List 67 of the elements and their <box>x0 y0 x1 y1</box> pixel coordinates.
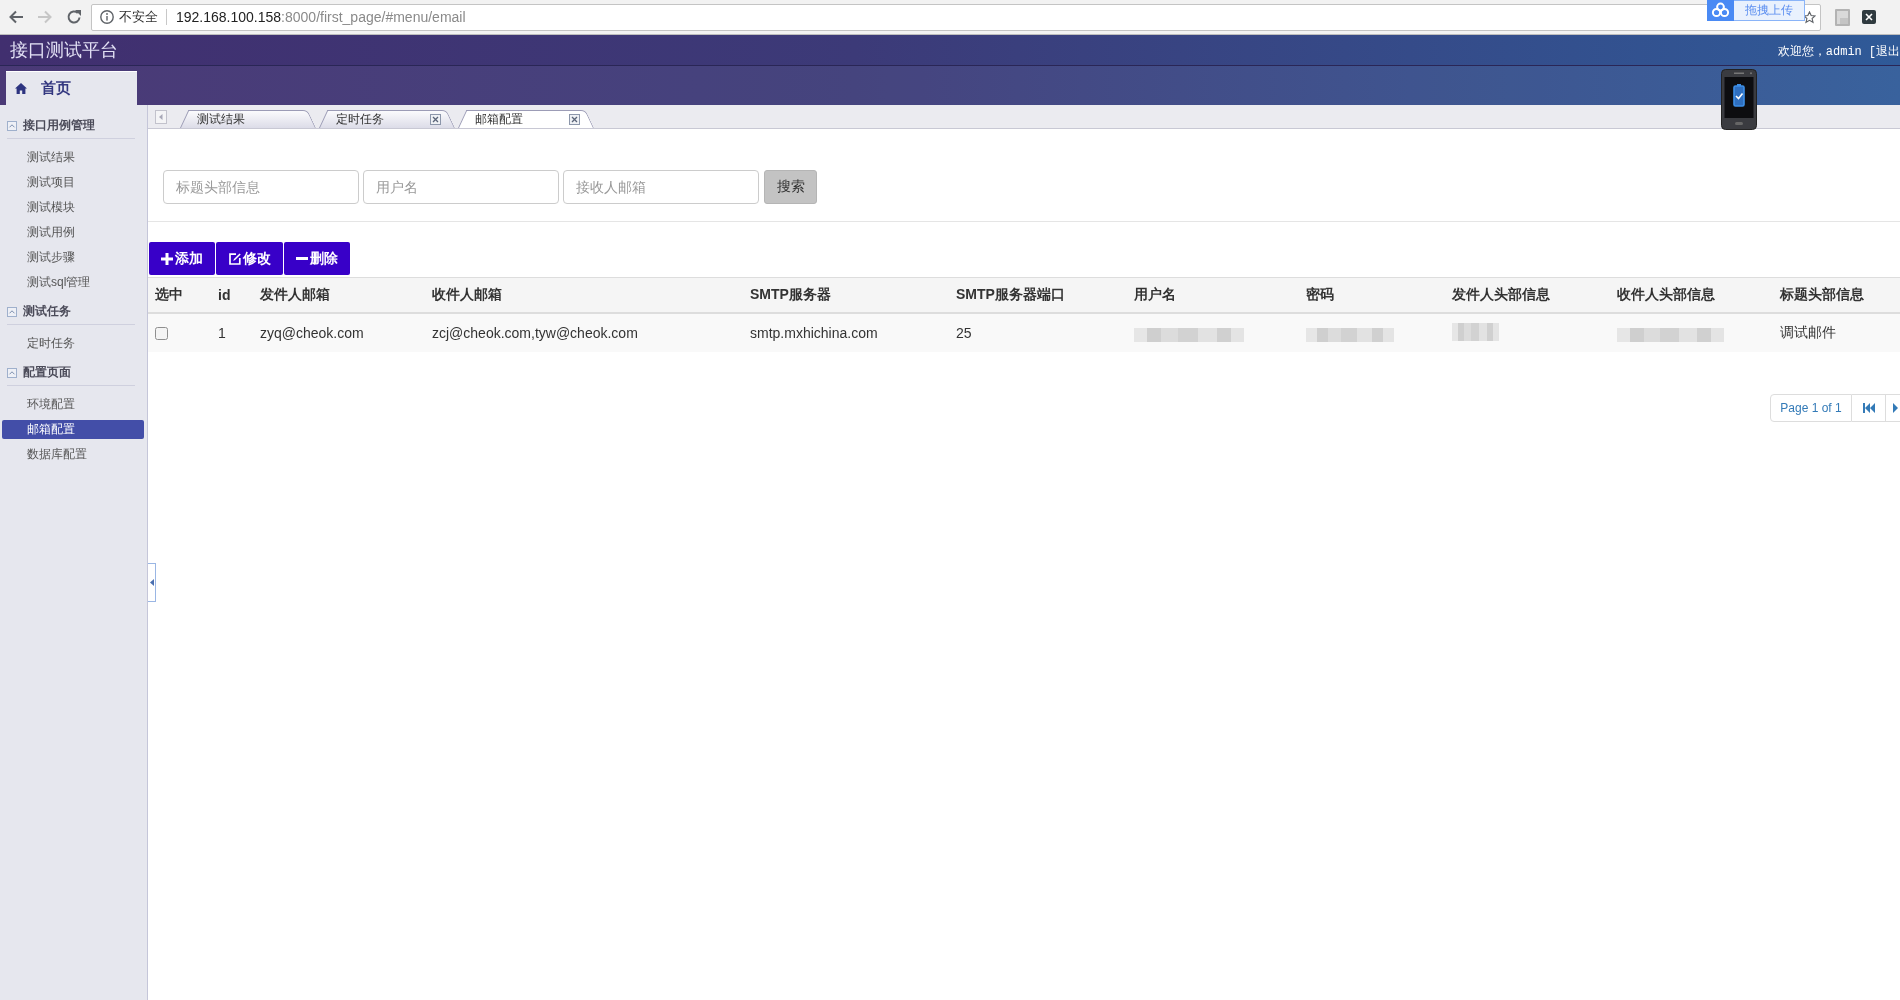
column-header: SMTP服务器 <box>749 286 832 304</box>
sidebar-item[interactable]: 测试用例 <box>2 223 144 242</box>
sidebar-group-header[interactable]: 测试任务 <box>7 299 135 325</box>
column-header: id <box>217 287 232 303</box>
search-field[interactable]: 标题头部信息 <box>163 170 359 204</box>
close-icon[interactable] <box>569 113 580 125</box>
collapse-handle[interactable] <box>148 563 156 602</box>
sidebar-item[interactable]: 数据库配置 <box>2 445 144 464</box>
sidebar-item[interactable]: 测试模块 <box>2 198 144 217</box>
sidebar-item[interactable]: 测试项目 <box>2 173 144 192</box>
column-header: 收件人头部信息 <box>1616 286 1716 304</box>
sidebar-item[interactable]: 邮箱配置 <box>2 420 144 439</box>
url-text: 192.168.100.158:8000/first_page/#menu/email <box>176 8 466 26</box>
cloud-icon <box>1707 0 1734 21</box>
sidebar-group-header[interactable]: 接口用例管理 <box>7 113 135 139</box>
back-icon[interactable] <box>8 9 24 25</box>
app-title: 接口测试平台 <box>10 39 118 61</box>
search-field[interactable]: 用户名 <box>363 170 559 204</box>
first-page-icon <box>1862 403 1875 413</box>
column-header: 发件人头部信息 <box>1451 286 1551 304</box>
next-page-button[interactable] <box>1886 394 1900 422</box>
sidebar-item[interactable]: 定时任务 <box>2 334 144 353</box>
page-info: Page 1 of 1 <box>1770 394 1852 422</box>
table-cell-text: zcj@cheok.com,tyw@cheok.com <box>431 325 639 341</box>
table-cell-text: 25 <box>955 325 973 341</box>
close-icon[interactable] <box>430 113 441 125</box>
sidebar-group-header[interactable]: 配置页面 <box>7 360 135 386</box>
reload-icon[interactable] <box>66 9 82 25</box>
add-button[interactable]: 添加 <box>149 242 215 275</box>
triangle-right-icon <box>1893 403 1898 413</box>
column-header: 收件人邮箱 <box>431 286 503 304</box>
phone-icon[interactable] <box>1721 69 1757 130</box>
minus-icon <box>296 257 308 260</box>
column-header: 密码 <box>1305 286 1335 304</box>
pencil-square-icon <box>228 252 241 265</box>
sidebar-item[interactable]: 环境配置 <box>2 395 144 414</box>
tab[interactable]: 定时任务 <box>319 110 455 128</box>
home-icon <box>15 83 27 94</box>
star-icon[interactable] <box>1803 10 1816 24</box>
redacted-block <box>1452 323 1499 341</box>
first-page-button[interactable] <box>1852 394 1886 422</box>
plus-icon <box>161 252 173 265</box>
table-cell-text: 1 <box>217 325 227 341</box>
column-header: 发件人邮箱 <box>259 286 331 304</box>
home-tab[interactable]: 首页 <box>6 71 137 105</box>
table-cell-text: zyq@cheok.com <box>259 325 365 341</box>
tab[interactable]: 测试结果 <box>180 110 316 128</box>
column-header: 用户名 <box>1133 286 1177 304</box>
sidebar-item[interactable]: 测试结果 <box>2 148 144 167</box>
welcome-text: 欢迎您，admin <box>1777 43 1862 60</box>
tab[interactable]: 邮箱配置 <box>458 110 594 128</box>
info-icon <box>100 10 114 24</box>
sidebar-item[interactable]: 测试步骤 <box>2 248 144 267</box>
column-header: 标题头部信息 <box>1779 286 1865 304</box>
column-header: SMTP服务器端口 <box>955 286 1066 304</box>
security-label: 不安全 <box>119 9 158 25</box>
logout-link[interactable]: [退出 <box>1868 42 1900 60</box>
column-header: 选中 <box>154 286 184 304</box>
edit-button[interactable]: 修改 <box>216 242 283 275</box>
delete-button[interactable]: 删除 <box>284 242 350 275</box>
table-cell-text: smtp.mxhichina.com <box>749 325 879 341</box>
search-button[interactable]: 搜索 <box>764 170 817 204</box>
checkbox[interactable] <box>155 326 168 340</box>
table-cell-text: 调试邮件 <box>1779 324 1837 342</box>
sidebar-item[interactable]: 测试sql管理 <box>2 273 144 292</box>
x-square-icon[interactable] <box>1862 10 1876 24</box>
search-field[interactable]: 接收人邮箱 <box>563 170 759 204</box>
